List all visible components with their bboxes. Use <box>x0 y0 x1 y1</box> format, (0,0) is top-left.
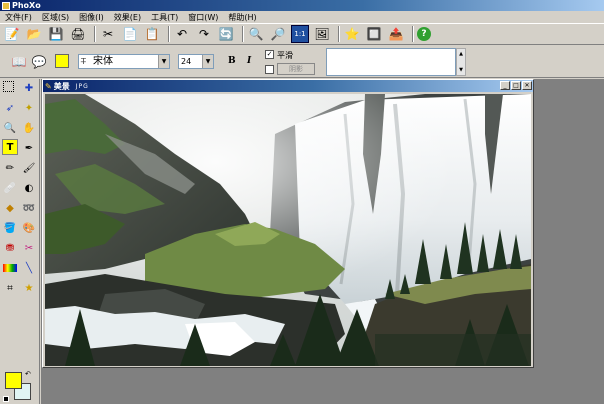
shape-star-icon[interactable]: ★ <box>22 281 36 295</box>
italic-button[interactable]: I <box>247 56 251 66</box>
menu-effects[interactable]: 效果(E) <box>109 12 146 23</box>
chevron-down-icon[interactable]: ▼ <box>158 55 169 68</box>
stamp-icon[interactable]: ⛃ <box>3 241 17 255</box>
move-icon[interactable]: ✚ <box>22 81 36 95</box>
font-family-select[interactable]: T̶ 宋体 ▼ <box>78 54 170 69</box>
zoom-icon[interactable]: 🔍 <box>3 121 17 135</box>
menu-bar: 文件(F) 区域(S) 图像(I) 效果(E) 工具(T) 窗口(W) 帮助(H… <box>0 11 604 23</box>
crop-icon[interactable]: ⌗ <box>3 281 17 295</box>
zoom-out-icon[interactable]: 🔎 <box>269 25 287 43</box>
scroll-up-icon[interactable]: ▲ <box>457 49 465 59</box>
save-icon[interactable]: 💾 <box>47 25 65 43</box>
color-replace-icon[interactable]: 🎨 <box>22 221 36 235</box>
pencil-icon: ✎ <box>45 81 52 91</box>
frame-icon[interactable]: 🔲 <box>365 25 383 43</box>
undo-icon[interactable]: ↶ <box>173 25 191 43</box>
help-icon[interactable]: ? <box>417 27 431 41</box>
image-window-titlebar[interactable]: ✎ 美景 JPG _ □ ✕ <box>43 80 533 92</box>
truetype-font-icon: T̶ <box>81 57 86 66</box>
eyedropper-icon[interactable]: ✒ <box>22 141 36 155</box>
redo-icon[interactable]: ↷ <box>195 25 213 43</box>
new-icon[interactable]: 📝 <box>3 25 21 43</box>
hand-icon[interactable]: ✋ <box>22 121 36 135</box>
zoom-in-icon[interactable]: 🔍 <box>247 25 265 43</box>
waterfall-landscape-image <box>45 94 531 366</box>
swap-colors-icon[interactable]: ↶ <box>25 370 31 378</box>
menu-tools[interactable]: 工具(T) <box>146 12 183 23</box>
photo-canvas[interactable] <box>45 94 531 366</box>
menu-help[interactable]: 帮助(H) <box>223 12 261 23</box>
paint-bucket-icon[interactable]: 🪣 <box>3 221 17 235</box>
shadow-button[interactable]: 阴影 <box>277 63 315 75</box>
menu-image[interactable]: 图像(I) <box>74 12 109 23</box>
favorite-icon[interactable]: ⭐ <box>343 25 361 43</box>
font-family-value: 宋体 <box>93 56 113 67</box>
app-title: PhoXo <box>12 1 41 10</box>
text-tool-icon[interactable]: T <box>2 139 18 155</box>
document-name: 美景 <box>53 81 70 91</box>
menu-file[interactable]: 文件(F) <box>0 12 37 23</box>
image-document-window[interactable]: ✎ 美景 JPG _ □ ✕ <box>42 79 534 368</box>
font-size-value: 24 <box>181 57 192 66</box>
speech-bubble-icon[interactable]: 💬 <box>30 53 48 71</box>
text-color-swatch[interactable] <box>55 54 69 68</box>
export-icon[interactable]: 📤 <box>387 25 405 43</box>
gradient-icon[interactable] <box>3 264 17 272</box>
smooth-label: 平滑 <box>277 51 293 60</box>
foreground-color-overlay[interactable] <box>5 372 22 389</box>
paste-icon[interactable]: 📋 <box>143 25 161 43</box>
scan-icon[interactable]: 🖨 <box>69 25 87 43</box>
scroll-down-icon[interactable]: ▼ <box>457 65 465 75</box>
toolbar-separator <box>94 26 96 42</box>
smudge-icon[interactable]: ➿ <box>22 201 36 215</box>
open-icon[interactable]: 📂 <box>25 25 43 43</box>
copy-icon[interactable]: 📄 <box>121 25 139 43</box>
pencil-icon[interactable]: ✏ <box>3 161 17 175</box>
text-mode-icon[interactable]: 📖 <box>10 53 28 71</box>
cut-icon[interactable]: ✂ <box>99 25 117 43</box>
shadow-checkbox[interactable] <box>265 65 274 74</box>
minimize-icon[interactable]: _ <box>500 81 510 90</box>
lasso-select-icon[interactable]: ➶ <box>3 101 17 115</box>
clone-stamp-icon[interactable]: ◆ <box>3 201 17 215</box>
brush-icon[interactable]: 🖌 <box>22 161 36 175</box>
toolbar-separator <box>242 26 244 42</box>
main-toolbar: 📝 📂 💾 🖨 ✂ 📄 📋 ↶ ↷ 🔄 🔍 🔎 1:1 🖼 ⭐ 🔲 📤 ? <box>0 23 604 45</box>
contrast-icon[interactable]: ◐ <box>22 181 36 195</box>
text-scrollbar[interactable]: ▲ ▼ <box>456 48 466 76</box>
document-format: JPG <box>75 82 89 90</box>
app-logo-icon <box>2 1 10 10</box>
refresh-icon[interactable]: 🔄 <box>217 25 235 43</box>
smooth-checkbox[interactable]: ✓ <box>265 50 274 59</box>
chevron-down-icon[interactable]: ▼ <box>202 55 213 68</box>
eraser-icon[interactable]: 🩹 <box>3 181 17 195</box>
magic-wand-icon[interactable]: ✦ <box>22 101 36 115</box>
workspace: ✎ 美景 JPG _ □ ✕ <box>41 79 604 404</box>
app-titlebar: PhoXo <box>0 0 604 11</box>
close-icon[interactable]: ✕ <box>522 81 532 90</box>
toolbar-separator <box>338 26 340 42</box>
window-controls: _ □ ✕ <box>499 81 532 90</box>
font-size-select[interactable]: 24 ▼ <box>178 54 214 69</box>
tool-palette: ✚ ➶ ✦ 🔍 ✋ T ✒ ✏ 🖌 🩹 ◐ ◆ ➿ 🪣 🎨 ⛃ ✂ ╲ ⌗ ★ … <box>0 79 40 404</box>
fit-window-icon[interactable]: 🖼 <box>313 25 331 43</box>
bold-button[interactable]: B <box>228 56 236 66</box>
toolbar-separator <box>412 26 414 42</box>
toolbar-separator <box>168 26 170 42</box>
text-input[interactable] <box>326 48 456 76</box>
menu-window[interactable]: 窗口(W) <box>183 12 223 23</box>
rect-select-icon[interactable] <box>3 81 14 92</box>
menu-selection[interactable]: 区域(S) <box>37 12 74 23</box>
actual-size-icon[interactable]: 1:1 <box>291 25 309 43</box>
line-icon[interactable]: ╲ <box>22 261 36 275</box>
maximize-icon[interactable]: □ <box>511 81 521 90</box>
reset-colors-icon[interactable] <box>3 396 9 402</box>
scissors-icon[interactable]: ✂ <box>22 241 36 255</box>
